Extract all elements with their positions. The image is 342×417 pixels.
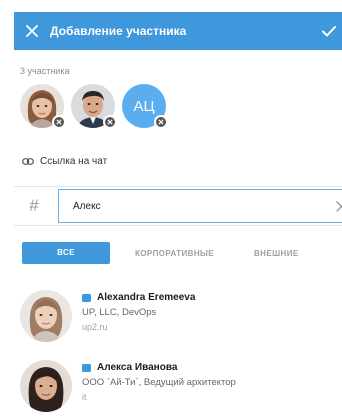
participant-avatar[interactable]: [71, 84, 117, 129]
participant-avatar[interactable]: АЦ: [122, 84, 168, 129]
remove-icon: [56, 119, 62, 125]
tab-all[interactable]: ВСЕ: [22, 242, 110, 264]
participant-avatar[interactable]: [20, 84, 66, 129]
participants-count: 3 участника: [20, 66, 70, 76]
link-icon: [22, 158, 34, 165]
header-bar: Добавление участника: [14, 12, 342, 50]
chat-link[interactable]: Ссылка на чат: [22, 156, 107, 167]
person-name-label: Alexandra Eremeeva: [97, 292, 196, 303]
participants-list: АЦ: [20, 84, 168, 129]
person-company: UP, LLC, DevOps: [82, 307, 157, 318]
remove-participant-button[interactable]: [52, 115, 66, 129]
confirm-button[interactable]: [316, 12, 342, 50]
person-info: Алекса Иванова ООО `Ай-Ти`, Ведущий архи…: [82, 360, 236, 417]
search-input[interactable]: [59, 190, 327, 222]
clear-search-button[interactable]: [327, 200, 342, 212]
search-field: [58, 189, 342, 223]
clear-icon: [335, 200, 342, 212]
filter-tabs: ВСЕ КОРПОРАТИВНЫЕ ВНЕШНИЕ: [22, 242, 342, 264]
person-name-label: Алекса Иванова: [97, 362, 178, 373]
avatar: [20, 290, 72, 342]
person-company: ООО `Ай-Ти`, Ведущий архитектор: [82, 377, 236, 388]
lock-icon: [82, 293, 91, 302]
remove-participant-button[interactable]: [103, 115, 117, 129]
remove-participant-button[interactable]: [154, 115, 168, 129]
list-item[interactable]: Алекса Иванова ООО `Ай-Ти`, Ведущий архи…: [20, 360, 342, 417]
close-button[interactable]: [18, 12, 46, 50]
person-site: it: [82, 392, 87, 402]
tab-corporate[interactable]: КОРПОРАТИВНЫЕ: [135, 249, 214, 258]
lock-icon: [82, 363, 91, 372]
page-title: Добавление участника: [50, 24, 187, 38]
search-bar: #: [14, 186, 342, 226]
tab-external[interactable]: ВНЕШНИЕ: [254, 249, 299, 258]
hash-icon: #: [29, 196, 39, 215]
person-site: up2.ru: [82, 322, 108, 332]
close-icon: [26, 25, 38, 37]
remove-icon: [158, 119, 164, 125]
check-icon: [322, 25, 336, 36]
list-item[interactable]: Alexandra Eremeeva UP, LLC, DevOps up2.r…: [20, 290, 342, 348]
person-name: Алекса Иванова: [82, 362, 236, 373]
person-name: Alexandra Eremeeva: [82, 292, 195, 303]
chat-link-label: Ссылка на чат: [40, 156, 108, 167]
remove-icon: [107, 119, 113, 125]
person-info: Alexandra Eremeeva UP, LLC, DevOps up2.r…: [82, 290, 195, 348]
avatar: [20, 360, 72, 412]
